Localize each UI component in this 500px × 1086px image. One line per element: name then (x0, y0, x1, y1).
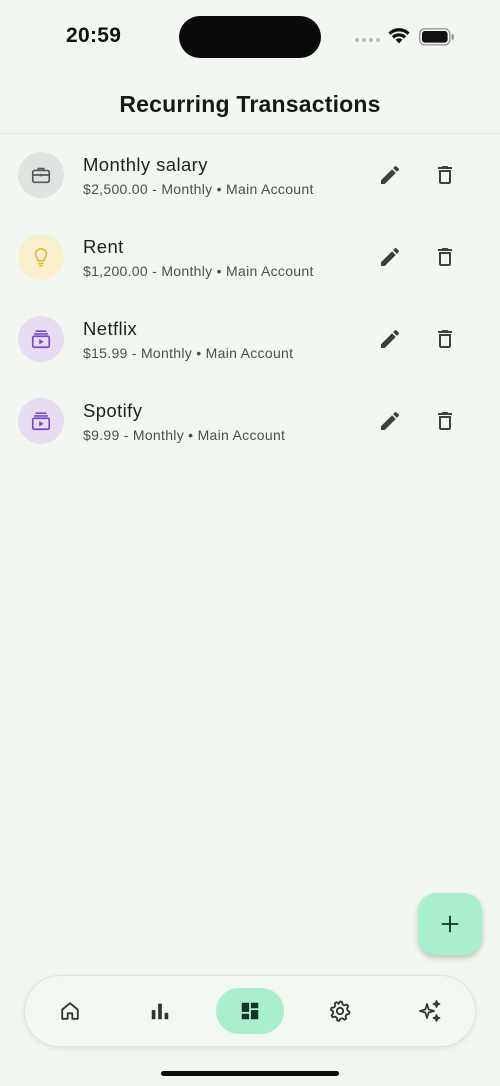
cellular-signal-icon (355, 38, 380, 42)
page-title: Recurring Transactions (119, 91, 381, 117)
trash-icon (438, 412, 452, 430)
battery-icon (419, 28, 454, 46)
transaction-avatar (18, 152, 64, 198)
transaction-name: Rent (83, 236, 124, 257)
trash-icon (438, 166, 452, 184)
pencil-icon (381, 165, 400, 184)
edit-button[interactable] (373, 404, 407, 438)
lightbulb-icon (34, 247, 48, 267)
home-indicator[interactable] (161, 1071, 339, 1076)
transaction-avatar (18, 316, 64, 362)
trash-icon (438, 330, 452, 348)
delete-button[interactable] (428, 240, 462, 274)
trash-icon (438, 248, 452, 266)
transaction-name: Monthly salary (83, 154, 208, 175)
wifi-icon (388, 28, 410, 44)
bottom-navigation (24, 975, 476, 1047)
nav-home[interactable] (36, 988, 104, 1034)
gear-icon (330, 1000, 351, 1022)
subscriptions-icon (31, 330, 51, 349)
plus-icon (441, 915, 459, 933)
list-item[interactable]: Monthly salary $2,500.00 - Monthly • Mai… (0, 134, 500, 216)
edit-button[interactable] (373, 240, 407, 274)
status-time: 20:59 (66, 24, 122, 47)
nav-ai-assistant[interactable] (396, 988, 464, 1034)
transaction-details: $15.99 - Monthly • Main Account (83, 345, 294, 361)
add-recurring-transaction-button[interactable] (418, 893, 482, 955)
delete-button[interactable] (428, 158, 462, 192)
pencil-icon (381, 411, 400, 430)
transaction-name: Spotify (83, 400, 143, 421)
edit-button[interactable] (373, 322, 407, 356)
list-item[interactable]: Spotify $9.99 - Monthly • Main Account (0, 380, 500, 462)
nav-statistics[interactable] (126, 988, 194, 1034)
delete-button[interactable] (428, 404, 462, 438)
transaction-avatar (18, 234, 64, 280)
briefcase-icon (31, 167, 51, 184)
delete-button[interactable] (428, 322, 462, 356)
dynamic-island (179, 16, 321, 58)
pencil-icon (381, 329, 400, 348)
transaction-details: $1,200.00 - Monthly • Main Account (83, 263, 314, 279)
bar-chart-icon (151, 1003, 169, 1020)
sparkles-icon (419, 1000, 441, 1022)
list-item[interactable]: Netflix $15.99 - Monthly • Main Account (0, 298, 500, 380)
transaction-details: $2,500.00 - Monthly • Main Account (83, 181, 314, 197)
transaction-avatar (18, 398, 64, 444)
subscriptions-icon (31, 412, 51, 431)
list-item[interactable]: Rent $1,200.00 - Monthly • Main Account (0, 216, 500, 298)
nav-settings[interactable] (306, 988, 374, 1034)
transaction-name: Netflix (83, 318, 138, 339)
recurring-transaction-list: Monthly salary $2,500.00 - Monthly • Mai… (0, 134, 500, 462)
pencil-icon (381, 247, 400, 266)
home-icon (61, 1002, 79, 1020)
status-bar: 20:59 (0, 0, 500, 76)
dashboard-icon (241, 1002, 259, 1020)
app-bar: Recurring Transactions (0, 76, 500, 134)
transaction-details: $9.99 - Monthly • Main Account (83, 427, 286, 443)
nav-dashboard[interactable] (216, 988, 284, 1034)
edit-button[interactable] (373, 158, 407, 192)
